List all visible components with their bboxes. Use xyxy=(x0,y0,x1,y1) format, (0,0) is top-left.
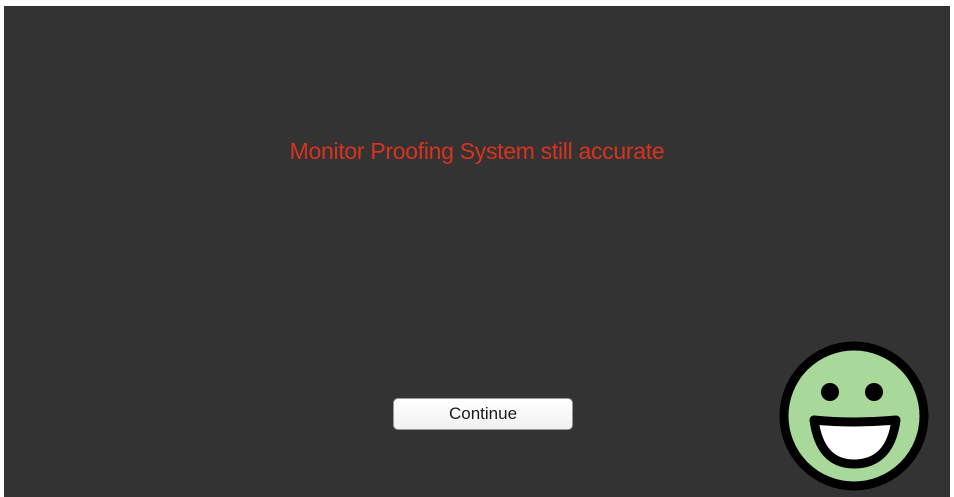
smiley-left-eye xyxy=(821,383,839,401)
dialog-window: Monitor Proofing System still accurate C… xyxy=(4,6,950,497)
status-message: Monitor Proofing System still accurate xyxy=(289,138,665,164)
continue-button[interactable]: Continue xyxy=(393,398,573,430)
happy-smiley-icon xyxy=(779,341,929,491)
smiley-right-eye xyxy=(865,383,883,401)
smiley-mouth xyxy=(809,415,901,469)
